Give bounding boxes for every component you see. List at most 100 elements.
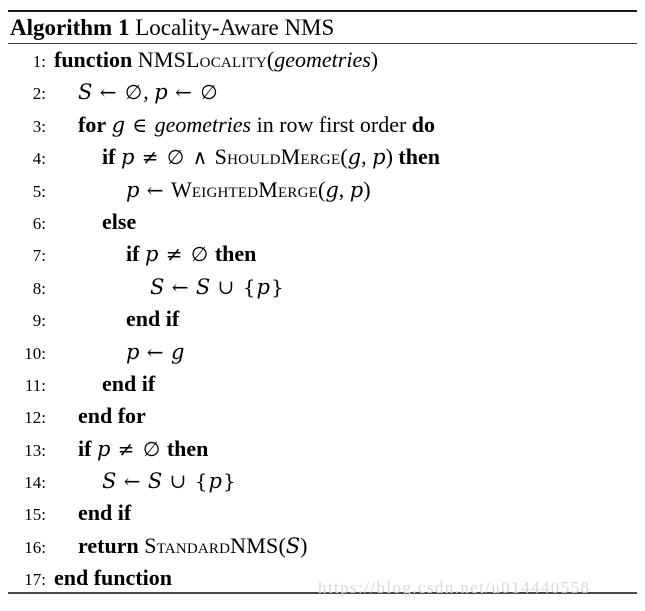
line-number: 7: [32,246,46,266]
token-op: ∈ [126,112,154,137]
token-plain: , [143,79,155,105]
token-plain: ) [300,532,308,558]
token-op: ≠ [159,242,189,267]
watermark-text: https://blog.csdn.net/u014440558 [318,578,591,597]
pseudocode-line: 11: end if [0,371,645,403]
line-code: for g ∈ geometries in row first order do [78,110,435,140]
line-code: end if [102,369,155,399]
line-code: else [102,207,136,237]
token-op: ∅ [190,242,209,267]
token-mathvar: g [325,177,339,202]
pseudocode-line: 4: if p ≠ ∅ ∧ ShouldMerge(g, p) then [0,144,645,176]
token-kw: end if [126,306,180,332]
pseudocode-line: 13: if p ≠ ∅ then [0,436,645,468]
token-proc: StandardNMS [144,532,279,558]
line-number: 9: [32,311,46,331]
token-plain: ) [370,47,379,72]
token-plain: , [361,144,373,170]
pseudocode-line: 12: end for [0,403,645,435]
token-mathvar: p [349,177,364,202]
pseudocode-line: 9: end if [0,306,645,338]
token-op: ∅ [166,145,185,170]
token-mathvar: p [154,80,168,105]
pseudocode-line: 15: end if [0,500,645,532]
line-number: 12: [24,408,46,428]
token-kw: if [78,435,92,461]
top-rule [8,10,637,12]
token-plain: ( [278,532,286,558]
algorithm-label: Algorithm 1 [10,15,130,40]
line-code: S ← ∅, p ← ∅ [78,77,219,107]
token-mathvar: p [208,469,222,494]
line-code: S ← S ∪ {p} [150,272,285,302]
line-number: 1: [32,52,46,71]
line-code: p ← WeightedMerge(g, p) [126,175,371,205]
line-number: 3: [32,116,46,136]
token-mathvar: S [78,80,93,105]
token-op: ← [168,80,199,105]
line-number: 15: [24,505,46,525]
token-proc: WeightedMerge [170,176,319,202]
line-code: if p ≠ ∅ then [78,434,208,464]
pseudocode-lines: 1: function NMSLocality ( geometries) 2: S ← … [0,47,645,598]
token-kw: if [102,144,116,170]
line-number: 17: [24,570,46,590]
token-plain: , [338,176,350,202]
token-plain: in row first order [251,111,412,137]
pseudocode-line: 8: S ← S ∪ {p} [0,274,645,306]
token-kw: function [54,47,133,72]
token-mathvar: p [144,242,159,267]
pseudocode-line: 5: p ← WeightedMerge(g, p) [0,177,645,209]
token-mathvar: S [147,469,163,494]
token-mathvar: g [347,145,362,170]
pseudocode-line: 14: S ← S ∪ {p} [0,468,645,500]
line-code: if p ≠ ∅ then [126,239,256,269]
line-code: end for [78,401,146,431]
token-op: ← [165,274,195,299]
token-op: ∅ [200,80,218,105]
token-op: ∪ [211,274,241,299]
line-code: return StandardNMS(S) [78,531,308,561]
token-kw: else [102,208,137,234]
title-rule [8,43,637,44]
token-kw: then [166,435,209,461]
token-kw: then [398,144,440,170]
token-mathvar: S [195,274,211,299]
line-number: 13: [24,440,46,460]
line-number: 14: [24,473,46,493]
token-mathvar: p [126,177,140,202]
token-kw: end for [78,403,146,429]
token-op: ← [93,80,123,105]
token-op: { [194,469,208,494]
token-kw: for [78,111,107,137]
token-plain: ( [340,144,348,170]
token-proc: NMSLocality [137,47,267,72]
token-kw: if [126,241,140,267]
token-mathvar: S [150,274,165,299]
token-mathvar: p [120,145,135,170]
token-mathvar: p [126,339,140,364]
token-op: } [270,274,284,299]
token-plain: ) [363,176,371,202]
line-code: S ← S ∪ {p} [102,466,237,496]
token-op: ← [140,177,170,202]
token-kw: then [214,241,257,267]
token-var: geometries [274,47,371,72]
line-code: end if [78,498,131,528]
token-kw: end if [78,500,132,526]
token-mathvar: p [372,145,386,170]
token-op: ≠ [135,145,165,170]
line-number: 4: [32,149,46,169]
token-op: ∅ [124,80,143,105]
token-proc: ShouldMerge [214,144,341,170]
line-number: 11: [24,375,46,395]
line-code: if p ≠ ∅ ∧ ShouldMerge(g, p) then [102,142,440,172]
algorithm-title: Algorithm 1 Locality-Aware NMS [10,14,334,42]
line-number: 16: [24,537,46,557]
pseudocode-line: 2: S ← ∅, p ← ∅ [0,79,645,111]
token-op: ∧ [186,145,214,170]
line-number: 5: [32,181,46,201]
token-op: ← [140,339,170,364]
pseudocode-line: 6: else [0,209,645,241]
token-mathvar: g [111,112,126,137]
